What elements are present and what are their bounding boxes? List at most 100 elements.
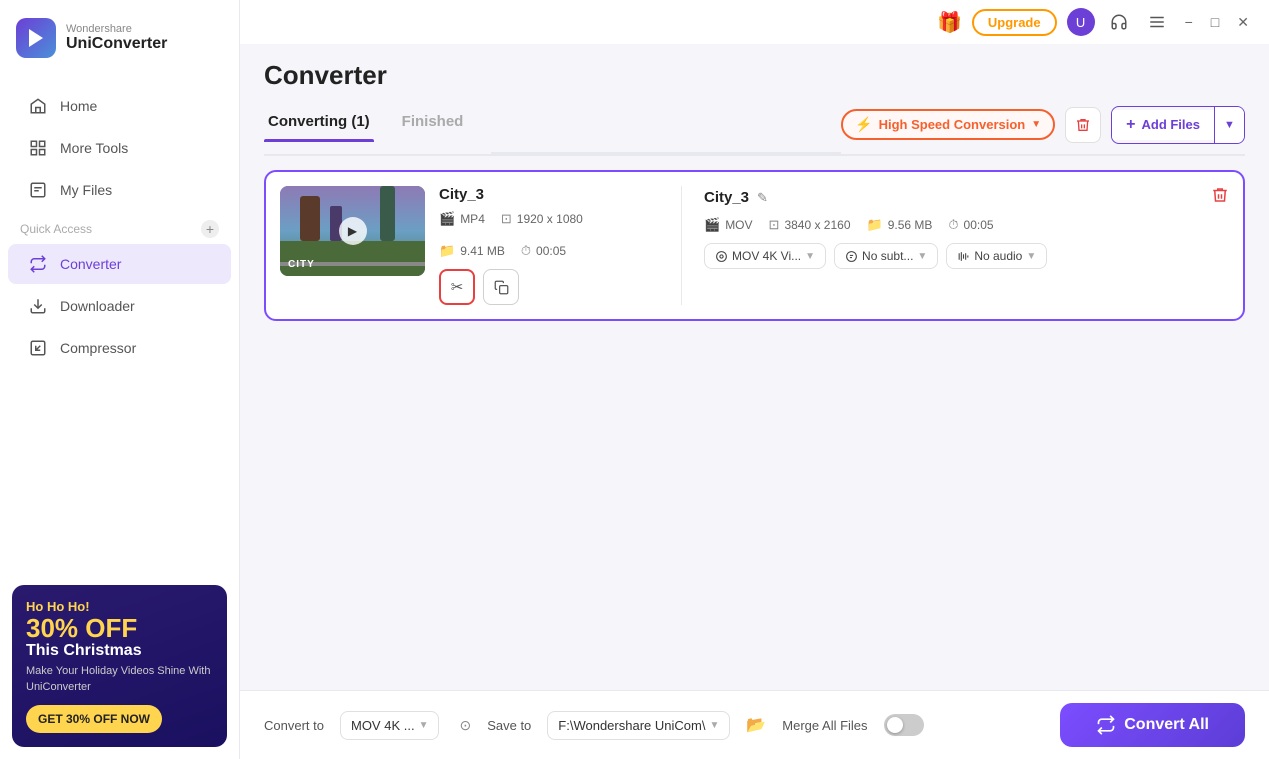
add-files-chevron-icon: ▼ [1224,119,1235,131]
source-meta: 🎬 MP4 ⊡ 1920 x 1080 📁 9.41 MB ⏱ 00:05 [439,211,659,259]
output-folder-icon: 📁 [867,217,883,233]
avatar[interactable]: U [1067,8,1095,36]
sidebar: Wondershare UniConverter Home More Tools [0,0,240,759]
save-to-label: Save to [487,718,531,733]
source-file-name: City_3 [439,186,659,203]
tab-finished[interactable]: Finished [398,105,468,140]
source-format-item: 🎬 MP4 [439,211,485,227]
file-actions: ✂ [439,269,659,305]
download-icon [28,296,48,316]
maximize-button[interactable]: □ [1207,14,1223,30]
high-speed-label: High Speed Conversion [879,117,1026,132]
convert-all-label: Convert All [1124,716,1209,734]
sidebar-item-home[interactable]: Home [8,86,231,126]
add-files-dropdown-btn[interactable]: ▼ [1214,107,1244,143]
quick-access-section: Quick Access + [0,212,239,242]
sidebar-item-compressor[interactable]: Compressor [8,328,231,368]
sidebar-item-compressor-label: Compressor [60,340,136,356]
subtitle-label: No subt... [862,249,913,263]
high-speed-conversion-btn[interactable]: ⚡ High Speed Conversion ▼ [841,109,1055,140]
format-preset-btn[interactable]: MOV 4K Vi... ▼ [704,243,826,269]
delete-file-btn[interactable] [1211,186,1229,209]
delete-all-btn[interactable] [1065,107,1101,143]
edit-name-icon[interactable]: ✎ [757,190,768,206]
merge-toggle[interactable] [884,714,924,736]
headset-icon[interactable] [1105,8,1133,36]
grid-icon [28,138,48,158]
tab-converting[interactable]: Converting (1) [264,105,374,140]
output-duration: 00:05 [964,218,994,232]
format-chevron-icon: ▼ [805,251,815,262]
convert-to-select[interactable]: MOV 4K ... ▼ [340,711,439,740]
minimize-button[interactable]: − [1181,14,1197,30]
brand-label: Wondershare [66,23,167,35]
gift-icon: 🎁 [937,10,962,35]
output-file-info: City_3 ✎ 🎬 MOV [704,186,1229,269]
source-duration-item: ⏱ 00:05 [521,243,566,259]
output-controls: MOV 4K Vi... ▼ No subt... ▼ [704,243,1229,269]
source-size: 9.41 MB [460,244,505,258]
tabs-row: Converting (1) Finished [264,105,491,140]
save-path-select[interactable]: F:\Wondershare UniCom\ ▼ [547,711,730,740]
convert-to-label: Convert to [264,718,324,733]
output-file-name: City_3 [704,189,749,206]
sidebar-item-converter-label: Converter [60,256,121,272]
output-size-item: 📁 9.56 MB [867,217,933,233]
trim-btn[interactable]: ✂ [439,269,475,305]
promo-banner: Ho Ho Ho! 30% OFF This Christmas Make Yo… [12,585,227,747]
sidebar-item-my-files[interactable]: My Files [8,170,231,210]
output-format-item: 🎬 MOV [704,217,753,233]
page-title: Converter [264,60,1245,91]
convert-to-value: MOV 4K ... [351,718,415,733]
add-files-btn[interactable]: + Add Files ▼ [1111,106,1245,144]
menu-icon[interactable] [1143,8,1171,36]
save-path-chevron-icon: ▼ [709,720,719,731]
tabs-toolbar-row: Converting (1) Finished ⚡ High Speed Con… [264,105,1245,154]
hs-chevron-icon: ▼ [1031,119,1041,130]
promo-this-text: This Christmas [26,642,213,660]
convert-all-button[interactable]: Convert All [1060,703,1245,747]
upgrade-button[interactable]: Upgrade [972,9,1057,36]
output-name-row: City_3 ✎ [704,186,1229,209]
source-size-item: 📁 9.41 MB [439,243,505,259]
sidebar-item-downloader[interactable]: Downloader [8,286,231,326]
file-icon [28,180,48,200]
audio-btn[interactable]: No audio ▼ [946,243,1047,269]
compress-icon [28,338,48,358]
tab-finished-label: Finished [402,113,464,130]
titlebar: 🎁 Upgrade U − □ ✕ [240,0,1269,44]
promo-cta-btn[interactable]: GET 30% OFF NOW [26,705,162,733]
sidebar-item-downloader-label: Downloader [60,298,135,314]
browse-folder-icon[interactable]: 📂 [746,715,766,735]
promo-off-text: 30% OFF [26,614,213,643]
thumb-city-label: CITY [288,259,315,270]
sidebar-item-home-label: Home [60,98,97,114]
close-button[interactable]: ✕ [1233,14,1253,31]
target-settings-icon[interactable]: ⊙ [459,717,471,734]
sidebar-item-converter[interactable]: Converter [8,244,231,284]
output-resolution-icon: ⊡ [769,217,780,233]
quick-access-add-btn[interactable]: + [201,220,219,238]
output-clock-icon: ⏱ [948,217,958,233]
sidebar-item-more-tools[interactable]: More Tools [8,128,231,168]
source-format: MP4 [460,212,485,226]
product-label: UniConverter [66,35,167,53]
clock-sm-icon: ⏱ [521,243,531,259]
play-button[interactable]: ▶ [339,217,367,245]
film-icon: 🎬 [439,211,455,227]
output-format: MOV [725,218,752,232]
source-file-info: City_3 🎬 MP4 ⊡ 1920 x 1080 📁 9.41 MB [439,186,659,305]
quick-access-label: Quick Access [20,222,92,236]
tab-converting-label: Converting (1) [268,113,370,130]
convert-to-chevron-icon: ▼ [419,720,429,731]
subtitle-chevron-icon: ▼ [917,251,927,262]
resolution-icon: ⊡ [501,211,512,227]
subtitle-btn[interactable]: No subt... ▼ [834,243,938,269]
output-duration-item: ⏱ 00:05 [948,217,993,233]
add-files-main[interactable]: + Add Files [1112,110,1214,140]
lightning-icon: ⚡ [855,116,872,133]
copy-btn[interactable] [483,269,519,305]
source-resolution-item: ⊡ 1920 x 1080 [501,211,583,227]
merge-all-files-label: Merge All Files [782,718,867,733]
source-resolution: 1920 x 1080 [517,212,583,226]
